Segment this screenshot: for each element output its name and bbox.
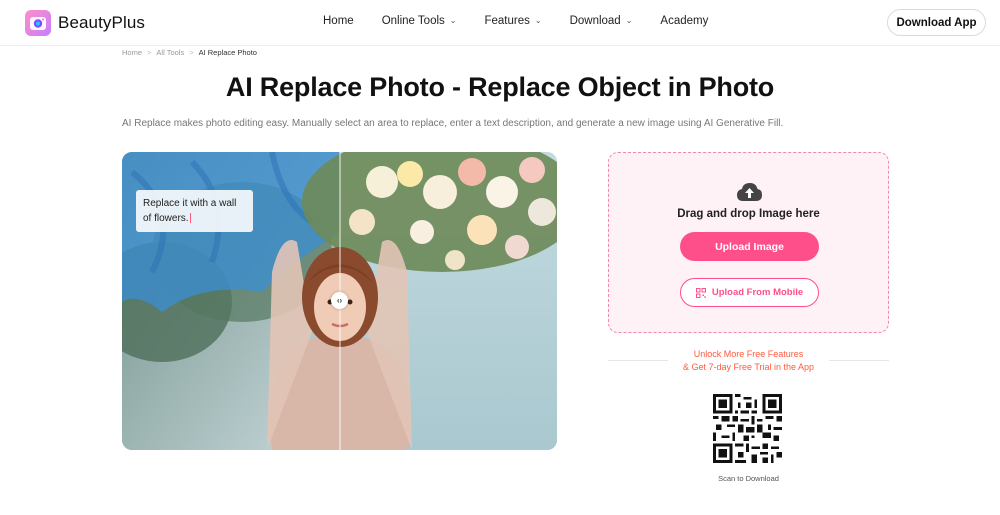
breadcrumb-all-tools[interactable]: All Tools bbox=[156, 48, 184, 57]
promo-text-line-2: & Get 7-day Free Trial in the App bbox=[682, 362, 815, 372]
chevron-down-icon: ⌄ bbox=[449, 15, 457, 25]
compare-slider-handle[interactable]: ‹› bbox=[331, 292, 348, 309]
nav-download-label: Download bbox=[569, 15, 621, 27]
upload-image-button[interactable]: Upload Image bbox=[680, 232, 819, 261]
upload-dropzone[interactable]: Drag and drop Image here Upload Image Up… bbox=[608, 152, 889, 333]
upload-from-mobile-button[interactable]: Upload From Mobile bbox=[680, 278, 819, 307]
chevron-down-icon: ⌄ bbox=[534, 15, 542, 25]
breadcrumb-home[interactable]: Home bbox=[122, 48, 142, 57]
breadcrumb-separator: > bbox=[147, 48, 152, 57]
breadcrumb-current: AI Replace Photo bbox=[198, 48, 257, 57]
nav-online-tools-label: Online Tools bbox=[381, 15, 445, 27]
prompt-line-1: Replace it with a wall bbox=[143, 198, 237, 209]
qr-icon bbox=[695, 287, 706, 298]
main-nav: Home Online Tools ⌄ Features ⌄ Download … bbox=[323, 15, 708, 27]
download-app-button[interactable]: Download App bbox=[887, 9, 986, 36]
beautyplus-logo-icon bbox=[25, 10, 51, 36]
nav-academy-label: Academy bbox=[660, 15, 709, 27]
page-subtitle: AI Replace makes photo editing easy. Man… bbox=[122, 118, 784, 129]
nav-download[interactable]: Download ⌄ bbox=[570, 15, 633, 27]
nav-home-label: Home bbox=[323, 15, 354, 27]
nav-online-tools[interactable]: Online Tools ⌄ bbox=[382, 15, 457, 27]
upload-from-mobile-label: Upload From Mobile bbox=[711, 287, 804, 298]
divider-line bbox=[829, 360, 889, 361]
download-qr-code bbox=[713, 394, 782, 463]
prompt-line-2: of flowers. bbox=[143, 213, 189, 224]
drop-text: Drag and drop Image here bbox=[677, 208, 820, 220]
nav-academy[interactable]: Academy bbox=[660, 15, 708, 27]
scan-to-download-text: Scan to Download bbox=[718, 474, 779, 483]
brand-name: BeautyPlus bbox=[58, 13, 145, 32]
cloud-upload-icon bbox=[737, 183, 762, 201]
brand-logo[interactable]: BeautyPlus bbox=[25, 10, 145, 36]
promo-text-line-1: Unlock More Free Features bbox=[693, 349, 804, 359]
nav-features-label: Features bbox=[484, 15, 530, 27]
breadcrumb-separator: > bbox=[189, 48, 194, 57]
breadcrumb: Home > All Tools > AI Replace Photo bbox=[122, 48, 257, 57]
chevron-down-icon: ⌄ bbox=[625, 15, 633, 25]
nav-features[interactable]: Features ⌄ bbox=[484, 15, 541, 27]
arrows-horizontal-icon: ‹› bbox=[336, 296, 343, 305]
text-caret bbox=[189, 213, 191, 224]
page-title: AI Replace Photo - Replace Object in Pho… bbox=[225, 72, 775, 102]
divider-line bbox=[608, 360, 668, 361]
top-header: BeautyPlus Home Online Tools ⌄ Features … bbox=[0, 0, 1000, 46]
prompt-text-bubble: Replace it with a wall of flowers. bbox=[136, 190, 253, 232]
nav-home[interactable]: Home bbox=[323, 15, 354, 27]
